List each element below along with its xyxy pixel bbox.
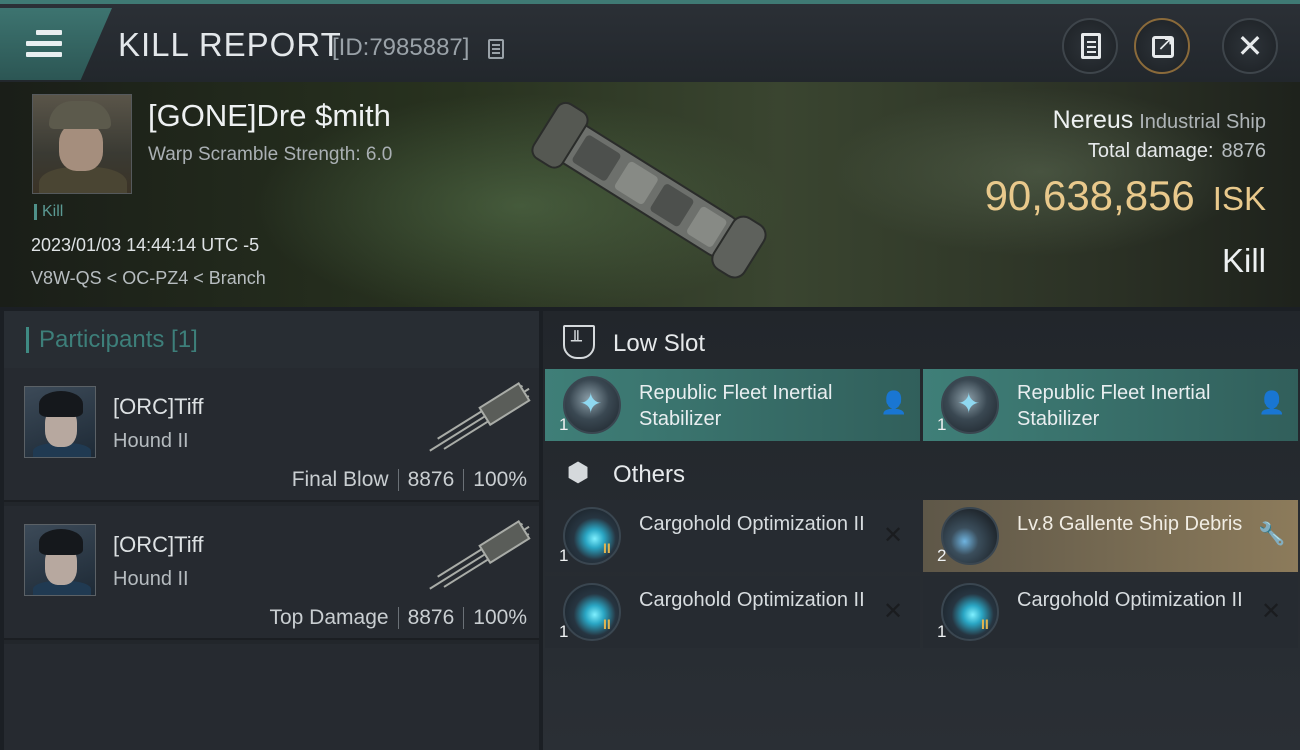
kill-tag: Kill (34, 204, 63, 220)
share-button[interactable] (1134, 18, 1190, 74)
participant-stats: Final Blow 8876 100% (292, 468, 527, 492)
tech-level-badge: II (603, 540, 611, 556)
low-slot-item[interactable]: 1 Republic Fleet Inertial Stabilizer 👤 (923, 369, 1298, 441)
inertial-stabilizer-icon (563, 376, 621, 434)
isk-amount: 90,638,856 (984, 172, 1195, 219)
total-damage-label: Total damage: (1087, 140, 1214, 162)
participant-portrait[interactable] (24, 524, 96, 596)
person-icon: 👤 (1258, 391, 1286, 416)
isk-unit: ISK (1212, 180, 1266, 217)
participant-name: [ORC]Tiff (113, 532, 204, 557)
participant-ship-image (429, 520, 531, 590)
total-damage-value: 8876 (1221, 140, 1267, 162)
report-id: [ID:7985887] (332, 34, 470, 61)
victim-ship[interactable]: Nereus Industrial Ship (1053, 106, 1266, 135)
participant-percent: 100% (473, 606, 527, 629)
cargo-box-icon: ⬢ (566, 458, 590, 488)
close-button[interactable]: ✕ (1222, 18, 1278, 74)
page-title: KILL REPORT (118, 26, 342, 63)
participants-title: Participants [1] (26, 327, 198, 353)
other-item[interactable]: 1 II Cargohold Optimization II ✕ (545, 576, 920, 648)
low-slot-header: Low Slot (543, 315, 1300, 369)
wrench-icon: 🔧 (1258, 522, 1286, 547)
victim-ship-image[interactable] (525, 90, 775, 300)
report-document-button[interactable] (1062, 18, 1118, 74)
ship-debris-icon (941, 507, 999, 565)
isk-value: 90,638,856 ISK (985, 172, 1266, 220)
kill-location[interactable]: V8W-QS < OC-PZ4 < Branch (31, 268, 266, 289)
participant-ship: Hound II (113, 430, 189, 452)
destroyed-x-icon: ✕ (882, 597, 904, 625)
item-name: Cargohold Optimization II (1017, 589, 1243, 611)
other-item[interactable]: 1 II Cargohold Optimization II ✕ (923, 576, 1298, 648)
victim-name[interactable]: [GONE]Dre $mith (148, 98, 391, 134)
low-slot-label: Low Slot (613, 330, 706, 357)
item-quantity: 2 (937, 546, 947, 565)
others-label: Others (613, 461, 686, 488)
victim-portrait[interactable] (32, 94, 132, 194)
item-quantity: 1 (559, 546, 569, 565)
cargohold-optimization-icon (941, 583, 999, 641)
item-quantity: 1 (559, 415, 569, 434)
low-slot-item[interactable]: 1 Republic Fleet Inertial Stabilizer 👤 (545, 369, 920, 441)
item-name: Cargohold Optimization II (639, 513, 865, 535)
low-slot-icon (563, 325, 595, 359)
ship-name: Nereus (1052, 106, 1134, 134)
item-name: Republic Fleet Inertial Stabilizer (639, 382, 833, 430)
participants-panel: Participants [1] [ORC]Tiff Hound II Fina… (4, 311, 539, 750)
destroyed-x-icon: ✕ (882, 521, 904, 549)
other-item[interactable]: 1 II Cargohold Optimization II ✕ (545, 500, 920, 572)
inertial-stabilizer-icon (941, 376, 999, 434)
kill-result: Kill (1221, 242, 1266, 279)
cargohold-optimization-icon (563, 507, 621, 565)
copy-id-icon[interactable] (488, 39, 504, 59)
kill-datetime: 2023/01/03 14:44:14 UTC -5 (31, 235, 260, 255)
participant-row[interactable]: [ORC]Tiff Hound II Final Blow 8876 100% (4, 368, 539, 502)
hamburger-menu-icon[interactable] (26, 30, 62, 60)
participant-ship: Hound II (113, 568, 189, 590)
participant-role: Final Blow (291, 468, 389, 491)
item-name: Republic Fleet Inertial Stabilizer (1017, 382, 1211, 430)
person-icon: 👤 (880, 391, 908, 416)
warp-scramble-strength: Warp Scramble Strength: 6.0 (148, 144, 393, 165)
participant-damage: 8876 (407, 606, 455, 629)
item-name: Cargohold Optimization II (639, 589, 865, 611)
tech-level-badge: II (603, 616, 611, 632)
participants-header: Participants [1] (4, 311, 539, 368)
other-item[interactable]: 2 Lv.8 Gallente Ship Debris 🔧 (923, 500, 1298, 572)
tech-level-badge: II (981, 616, 989, 632)
cargohold-optimization-icon (563, 583, 621, 641)
participant-role: Top Damage (269, 606, 389, 629)
participant-portrait[interactable] (24, 386, 96, 458)
share-icon (1152, 31, 1174, 58)
item-name: Lv.8 Gallente Ship Debris (1017, 513, 1243, 535)
participants-empty-area (4, 644, 539, 750)
participant-ship-image (429, 382, 531, 452)
items-panel: Low Slot 1 Republic Fleet Inertial Stabi… (543, 311, 1300, 750)
item-quantity: 1 (559, 622, 569, 641)
ship-class: Industrial Ship (1139, 111, 1266, 133)
close-icon: ✕ (1236, 27, 1264, 65)
participant-name: [ORC]Tiff (113, 394, 204, 419)
header-bar: KILL REPORT [ID:7985887] ✕ (0, 0, 1300, 82)
item-quantity: 1 (937, 415, 947, 434)
total-damage: Total damage: 8876 (1088, 140, 1266, 163)
participant-percent: 100% (473, 468, 527, 491)
others-header: ⬢ Others (543, 446, 1300, 500)
item-quantity: 1 (937, 622, 947, 641)
destroyed-x-icon: ✕ (1260, 597, 1282, 625)
victim-summary: [GONE]Dre $mith Warp Scramble Strength: … (0, 82, 1300, 307)
participant-row[interactable]: [ORC]Tiff Hound II Top Damage 8876 100% (4, 506, 539, 640)
menu-tab[interactable] (0, 8, 112, 80)
participant-damage: 8876 (407, 468, 455, 491)
document-icon (1081, 33, 1101, 59)
participant-stats: Top Damage 8876 100% (269, 606, 527, 630)
